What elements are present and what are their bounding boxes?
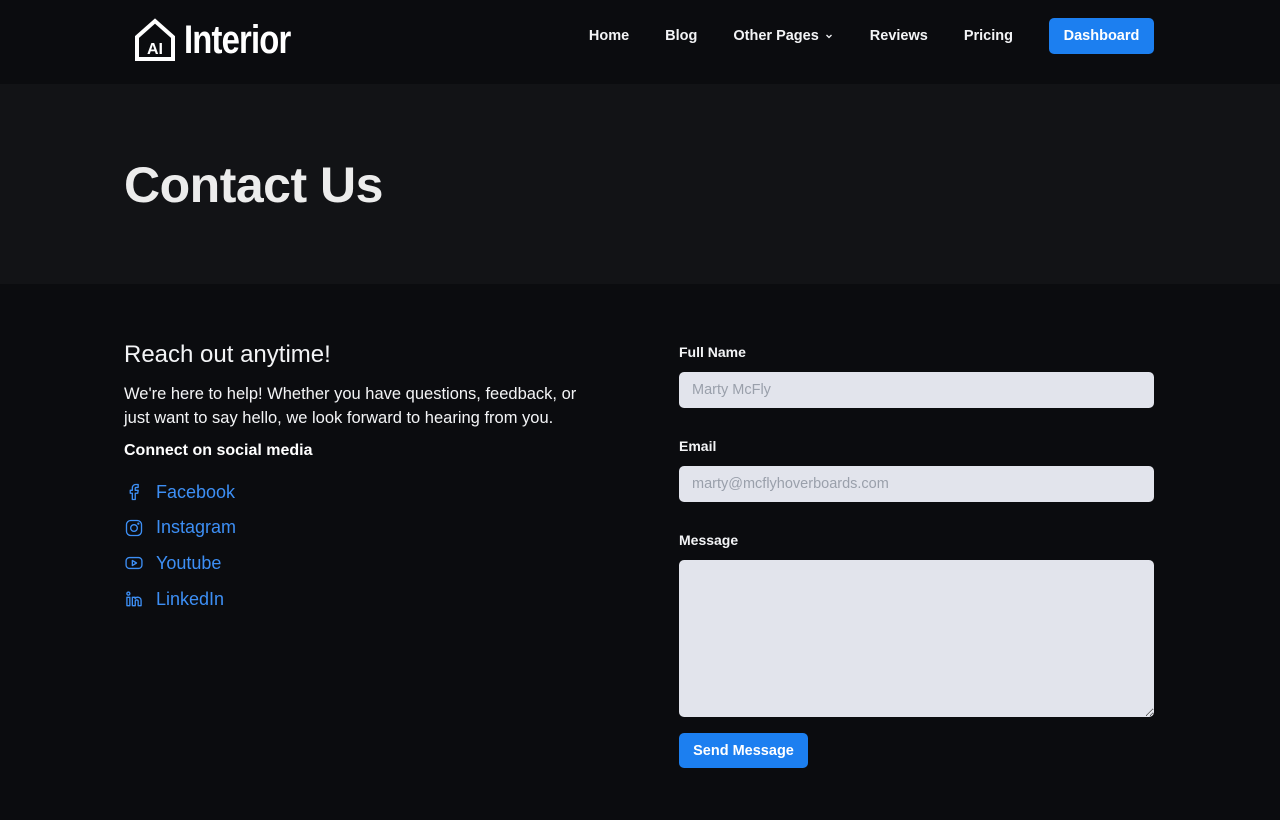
instagram-icon bbox=[125, 519, 143, 536]
linkedin-icon bbox=[126, 591, 142, 607]
contact-heading: Reach out anytime! bbox=[124, 341, 331, 368]
social-link-youtube[interactable]: Youtube bbox=[124, 551, 604, 575]
nav-reviews[interactable]: Reviews bbox=[870, 28, 928, 44]
contact-form: Full Name Email Message Send Message bbox=[679, 343, 1154, 768]
message-label: Message bbox=[679, 532, 739, 548]
youtube-icon bbox=[125, 557, 143, 570]
page-title: Contact Us bbox=[124, 157, 383, 213]
send-message-button[interactable]: Send Message bbox=[679, 733, 808, 768]
social-link-instagram[interactable]: Instagram bbox=[124, 516, 604, 540]
social-label-youtube: Youtube bbox=[156, 552, 222, 573]
social-label-instagram: Instagram bbox=[156, 517, 237, 538]
social-label-linkedin: LinkedIn bbox=[156, 588, 225, 609]
social-heading: Connect on social media bbox=[124, 442, 313, 459]
nav-other-pages-label: Other Pages bbox=[733, 28, 819, 44]
email-input[interactable] bbox=[679, 466, 1154, 502]
social-label-facebook: Facebook bbox=[156, 481, 236, 502]
site-header: AI Interior Home Blog Other Pages Review… bbox=[0, 0, 1280, 84]
social-links: Facebook Instagram Youtube LinkedIn bbox=[124, 480, 604, 611]
dashboard-button[interactable]: Dashboard bbox=[1049, 18, 1154, 54]
nav-other-pages[interactable]: Other Pages bbox=[733, 28, 833, 44]
brand-logo[interactable]: AI Interior bbox=[134, 17, 314, 63]
full-name-input[interactable] bbox=[679, 372, 1154, 408]
nav-home[interactable]: Home bbox=[589, 28, 629, 44]
contact-info: Reach out anytime! We're here to help! W… bbox=[124, 340, 604, 623]
full-name-label: Full Name bbox=[679, 344, 746, 360]
nav-pricing[interactable]: Pricing bbox=[964, 28, 1013, 44]
message-textarea[interactable] bbox=[679, 560, 1154, 717]
email-label: Email bbox=[679, 438, 717, 454]
logo-badge-text: AI bbox=[147, 41, 163, 58]
chevron-down-icon bbox=[825, 34, 832, 39]
nav-blog[interactable]: Blog bbox=[665, 28, 697, 44]
main-nav: Home Blog Other Pages Reviews Pricing Da… bbox=[589, 18, 1154, 54]
social-link-facebook[interactable]: Facebook bbox=[124, 480, 604, 504]
house-logo-icon: AI bbox=[135, 18, 175, 61]
brand-name: Interior bbox=[184, 18, 291, 62]
social-link-linkedin[interactable]: LinkedIn bbox=[124, 587, 604, 611]
contact-intro: We're here to help! Whether you have que… bbox=[124, 385, 577, 427]
hero-banner: Contact Us bbox=[0, 84, 1280, 284]
facebook-icon bbox=[129, 483, 139, 501]
